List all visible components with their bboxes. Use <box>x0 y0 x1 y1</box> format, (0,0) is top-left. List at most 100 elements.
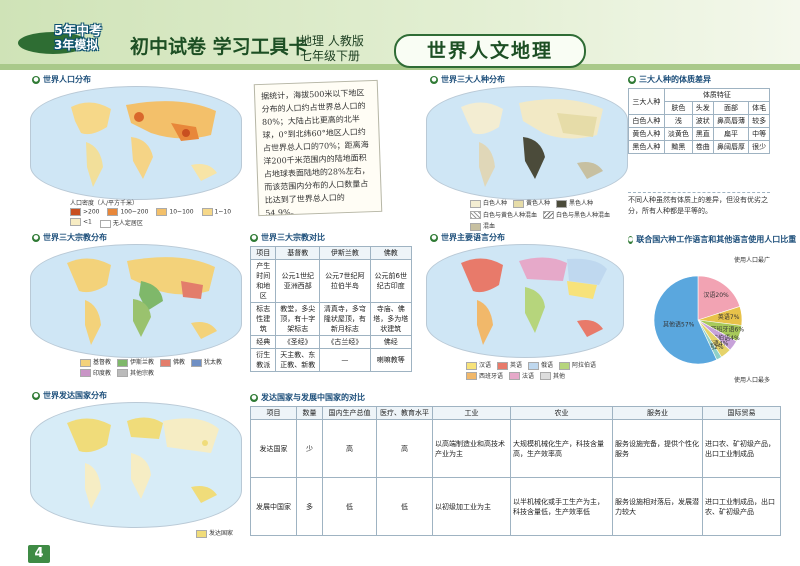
legend-item: 白色与黑色人种混血 <box>543 210 610 219</box>
table-cell: 低 <box>376 477 433 536</box>
race-table-title: ● 三大人种的体质差异 <box>628 74 711 85</box>
legend-item: 俄语 <box>528 360 553 370</box>
table-row: 产生时间和地区 公元1世纪亚洲西部 公元7世纪阿拉伯半岛 公元前6世纪古印度 <box>249 259 413 303</box>
table-cell: 进口农、矿初级产品，出口工业制成品 <box>702 419 781 478</box>
pie-label: 其他语57% <box>663 320 695 328</box>
race-map-title: ● 世界三大人种分布 <box>430 74 505 85</box>
language-map-title-text: 世界主要语言分布 <box>441 233 505 242</box>
population-map-title: ● 世界人口分布 <box>32 74 91 85</box>
table-cell: 产生时间和地区 <box>249 259 277 303</box>
race-map-title-text: 世界三大人种分布 <box>441 75 505 84</box>
section-title: 世界人文地理 <box>394 34 586 68</box>
bullet-icon: ● <box>628 75 636 84</box>
bullet-icon: ● <box>32 391 40 400</box>
table-row: 黑色人种 黝黑 卷曲 鼻阔唇厚 很少 <box>628 140 770 154</box>
table-cell: 鼻阔唇厚 <box>712 140 750 154</box>
table-cell: 中等 <box>748 127 770 141</box>
language-legend: 汉语 英语 俄语 阿拉伯语 西班牙语 法语 其他 <box>466 360 616 380</box>
subject-line2: 七年级下册 <box>300 49 361 63</box>
table-header-cell: 基督教 <box>275 246 321 260</box>
race-map-svg <box>461 99 603 187</box>
table-row: 发达国家 少 高 高 以高端制造业和高技术产业为主 大规模机械化生产，科技含量高… <box>250 419 781 478</box>
table-cell: 卷曲 <box>691 140 714 154</box>
legend-item: 印度教 <box>80 368 111 377</box>
bullet-icon: ● <box>250 233 258 242</box>
table-header-cell: 伊斯兰教 <box>319 246 371 260</box>
race-table: 三大人种 体质特征 肤色 头发 面部 体毛 白色人种 浅 波状 鼻高唇薄 较多 … <box>628 88 771 154</box>
table-cell: 黑直 <box>691 127 714 141</box>
brand-logo: 5年中考 3年模拟 <box>18 10 138 62</box>
religion-table: 项目 基督教 伊斯兰教 佛教 产生时间和地区 公元1世纪亚洲西部 公元7世纪阿拉… <box>249 246 413 372</box>
race-table-header-cell: 肤色 <box>663 101 693 115</box>
legend-item: 混血 <box>470 221 495 231</box>
page-number: 4 <box>28 545 50 563</box>
race-name: 黑色人种 <box>628 140 665 154</box>
table-cell: 以初级加工业为主 <box>432 477 511 536</box>
table-cell: 波状 <box>691 114 714 128</box>
language-pie-svg: 汉语20%英语7%西班牙语6%阿拉伯语4%俄语4%法语2%其他语57%使用人口最… <box>653 256 770 384</box>
legend-item: 白色与黄色人种混血 <box>470 210 537 219</box>
table-row: 白色人种 浅 波状 鼻高唇薄 较多 <box>628 114 770 128</box>
developed-map-title: ● 世界发达国家分布 <box>32 390 107 401</box>
population-map <box>30 86 242 200</box>
table-cell: 多 <box>296 477 323 536</box>
language-chart-title-text: 联合国六种工作语言和其他语言使用人口比重 <box>636 235 796 244</box>
race-table-corner: 三大人种 <box>628 88 665 115</box>
table-cell: 《圣经》 <box>275 335 321 349</box>
table-header-cell: 国内生产总值 <box>322 406 377 420</box>
table-header-cell: 医疗、教育水平 <box>376 406 433 420</box>
table-cell: 淡黄色 <box>663 127 693 141</box>
table-cell: 高 <box>376 419 433 478</box>
table-cell: 鼻高唇薄 <box>712 114 750 128</box>
pie-callout: 使用人口最广 <box>734 256 770 264</box>
table-cell: 大规模机械化生产，科技含量高，生产效率高 <box>510 419 613 478</box>
population-legend: 人口密度（人/平方千米） >200 100~200 10~100 1~10 <1… <box>70 198 240 228</box>
race-table-header-cell: 面部 <box>712 101 750 115</box>
table-row: 经典 《圣经》 《古兰经》 佛经 <box>249 335 413 349</box>
bullet-icon: ● <box>430 233 438 242</box>
subject-info: 地理 人教版 七年级下册 <box>300 34 364 64</box>
table-cell: 标志性建筑 <box>249 302 277 336</box>
legend-item: 其他宗教 <box>117 368 154 377</box>
race-legend: 白色人种 黄色人种 黑色人种 白色与黄色人种混血 白色与黑色人种混血 混血 <box>470 198 620 231</box>
population-map-svg <box>71 101 217 187</box>
legend-item: <1 <box>70 218 92 228</box>
race-name: 白色人种 <box>628 114 665 128</box>
table-header-cell: 工业 <box>432 406 511 420</box>
bullet-icon: ● <box>250 393 258 402</box>
legend-item: 无人定居区 <box>99 218 143 228</box>
developed-legend: 发达国家 <box>196 528 233 538</box>
table-cell: 少 <box>296 419 323 478</box>
race-table-footnote: 不同人种虽然有体质上的差异，但没有优劣之分，所有人种都是平等的。 <box>628 192 770 217</box>
table-cell: 天主教、东正教、新教 <box>275 348 321 372</box>
bullet-icon: ● <box>32 75 40 84</box>
race-map <box>426 86 628 200</box>
compare-table-title: ● 发达国家与发展中国家的对比 <box>250 392 365 403</box>
compare-table: 项目 数量 国内生产总值 医疗、教育水平 工业 农业 服务业 国际贸易 发达国家… <box>250 406 781 536</box>
table-header-cell: 项目 <box>249 246 277 260</box>
table-cell: 很少 <box>748 140 770 154</box>
religion-map-title-text: 世界三大宗教分布 <box>43 233 107 242</box>
table-header-cell: 服务业 <box>612 406 703 420</box>
table-cell: 寺庙、佛塔，多为塔状建筑 <box>369 302 413 336</box>
table-cell: 以半机械化或手工生产为主，科技含量低，生产效率低 <box>510 477 613 536</box>
table-cell: 发达国家 <box>250 419 297 478</box>
religion-table-title: ● 世界三大宗教对比 <box>250 232 325 243</box>
religion-map <box>30 244 242 358</box>
table-cell: 衍生教派 <box>249 348 277 372</box>
legend-item: 西班牙语 <box>466 371 503 380</box>
legend-item: 发达国家 <box>196 529 233 538</box>
religion-map-title: ● 世界三大宗教分布 <box>32 232 107 243</box>
table-cell: — <box>319 348 371 372</box>
legend-item: 伊斯兰教 <box>117 357 154 367</box>
legend-item: 10~100 <box>156 208 194 216</box>
developed-map <box>30 402 242 528</box>
table-header-cell: 数量 <box>296 406 323 420</box>
table-cell: 公元1世纪亚洲西部 <box>275 259 321 303</box>
table-cell: 低 <box>322 477 377 536</box>
table-cell: 《古兰经》 <box>319 335 371 349</box>
table-row: 标志性建筑 教堂，多尖顶，有十字架标志 清真寺，多穹隆状屋顶，有新月标志 寺庙、… <box>249 302 413 336</box>
bullet-icon: ● <box>430 75 438 84</box>
bullet-icon: ● <box>628 235 634 244</box>
legend-item: 英语 <box>497 360 522 370</box>
